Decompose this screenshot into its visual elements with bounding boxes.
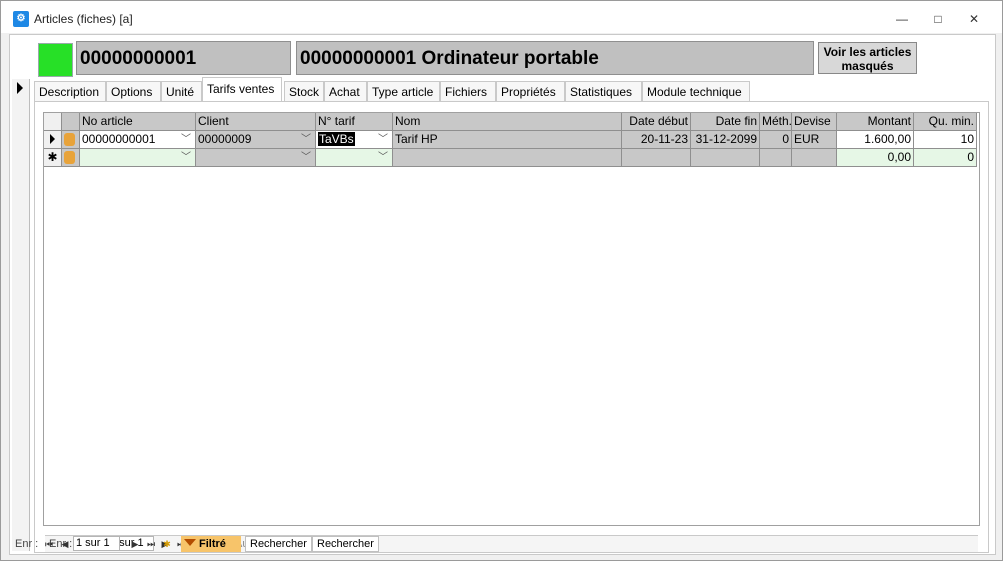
no-article-value: 00000000001 <box>82 132 156 146</box>
col-devise[interactable]: Devise <box>792 113 837 131</box>
show-masked-articles-button[interactable]: Voir les articles masqués <box>818 42 917 74</box>
devise-cell[interactable]: EUR <box>792 131 837 149</box>
new-nom-cell[interactable] <box>393 149 622 167</box>
new-montant-cell[interactable]: 0,00 <box>837 149 914 167</box>
tab-module-technique[interactable]: Module technique <box>642 81 750 101</box>
current-row-icon <box>50 134 55 144</box>
close-button[interactable]: ✕ <box>959 9 989 29</box>
sales-price-grid: No article Client N° tarif Nom Date débu… <box>43 112 980 526</box>
date-debut-cell[interactable]: 20-11-23 <box>622 131 691 149</box>
record-selector[interactable] <box>12 79 30 551</box>
col-meth[interactable]: Méth. <box>760 113 792 131</box>
article-title-field[interactable]: 00000000001 Ordinateur portable <box>296 41 814 75</box>
no-tarif-value: TaVBs <box>318 132 355 146</box>
form-window: ⚙ Articles (fiches) [a] — □ ✕ 0000000000… <box>0 0 1003 561</box>
col-no-article[interactable]: No article <box>80 113 196 131</box>
filtered-toggle-button[interactable]: Filtré <box>181 536 241 552</box>
form-body: 00000000001 00000000001 Ordinateur porta… <box>9 34 996 555</box>
tab-stock[interactable]: Stock <box>284 81 324 101</box>
new-no-tarif-combo[interactable]: ﹀ <box>316 149 393 167</box>
prev-record-icon[interactable]: ◀ <box>59 536 71 552</box>
title-bar: ⚙ Articles (fiches) [a] — □ ✕ <box>1 1 1002 33</box>
col-nom[interactable]: Nom <box>393 113 622 131</box>
first-record-icon[interactable]: ⏮ <box>43 536 55 552</box>
new-meth-cell[interactable] <box>760 149 792 167</box>
new-record-button-icon[interactable]: ✱ <box>161 536 173 552</box>
new-qu-min-cell[interactable]: 0 <box>914 149 977 167</box>
tab-options[interactable]: Options <box>106 81 161 101</box>
new-date-debut-cell[interactable] <box>622 149 691 167</box>
chevron-down-icon[interactable]: ﹀ <box>299 149 313 166</box>
last-record-icon[interactable]: ⏭ <box>145 536 157 552</box>
header-selector <box>44 113 62 131</box>
chevron-down-icon[interactable]: ﹀ <box>376 149 390 166</box>
new-client-combo[interactable]: ﹀ <box>196 149 316 167</box>
date-fin-cell[interactable]: 31-12-2099 <box>691 131 760 149</box>
tab-tarifs-ventes[interactable]: Tarifs ventes <box>202 77 282 101</box>
col-date-debut[interactable]: Date début <box>622 113 691 131</box>
client-value: 00000009 <box>198 132 252 146</box>
form-record-label: Enr : <box>15 538 39 550</box>
row-hand-cell[interactable] <box>62 131 80 149</box>
tarifs-ventes-panel: No article Client N° tarif Nom Date débu… <box>34 101 989 553</box>
client-combo[interactable]: 00000009 ﹀ <box>196 131 316 149</box>
nom-cell[interactable]: Tarif HP <box>393 131 622 149</box>
new-row-hand-cell[interactable] <box>62 149 80 167</box>
tab-fichiers[interactable]: Fichiers <box>440 81 496 101</box>
hand-icon <box>64 151 75 164</box>
col-montant[interactable]: Montant <box>837 113 914 131</box>
new-record-icon: ✱ <box>44 149 62 167</box>
tab-statistiques[interactable]: Statistiques <box>565 81 642 101</box>
article-code-field[interactable]: 00000000001 <box>76 41 291 75</box>
col-client[interactable]: Client <box>196 113 316 131</box>
current-record-icon <box>17 82 23 94</box>
tab-description[interactable]: Description <box>34 81 106 101</box>
tab-achat[interactable]: Achat <box>324 81 367 101</box>
header-icon-col <box>62 113 80 131</box>
window-title: Articles (fiches) [a] <box>34 12 133 26</box>
form-record-field[interactable]: 1 sur 1 <box>73 536 120 551</box>
montant-cell[interactable]: 1.600,00 <box>837 131 914 149</box>
minimize-button[interactable]: — <box>887 9 917 29</box>
maximize-button[interactable]: □ <box>923 9 953 29</box>
hand-icon <box>64 133 75 146</box>
funnel-icon <box>184 539 196 546</box>
new-no-article-combo[interactable]: ﹀ <box>80 149 196 167</box>
col-qu-min[interactable]: Qu. min. <box>914 113 977 131</box>
chevron-down-icon[interactable]: ﹀ <box>299 131 313 148</box>
form-search-input[interactable]: Rechercher <box>245 536 312 552</box>
meth-cell[interactable]: 0 <box>760 131 792 149</box>
qu-min-cell[interactable]: 10 <box>914 131 977 149</box>
chevron-down-icon[interactable]: ﹀ <box>179 149 193 166</box>
filtered-label: Filtré <box>199 538 226 550</box>
status-indicator <box>38 43 73 77</box>
new-devise-cell[interactable] <box>792 149 837 167</box>
tab-type-article[interactable]: Type article <box>367 81 440 101</box>
tab-proprietes[interactable]: Propriétés <box>496 81 565 101</box>
col-no-tarif[interactable]: N° tarif <box>316 113 393 131</box>
chevron-down-icon[interactable]: ﹀ <box>179 131 193 148</box>
col-date-fin[interactable]: Date fin <box>691 113 760 131</box>
row-selector[interactable] <box>44 131 62 149</box>
form-navigation-bar: Enr : ⏮ ◀ 1 sur 1 ▶ ⏭ ✱ Filtré Recherche… <box>13 536 993 552</box>
new-date-fin-cell[interactable] <box>691 149 760 167</box>
no-article-combo[interactable]: 00000000001 ﹀ <box>80 131 196 149</box>
no-tarif-combo[interactable]: TaVBs ﹀ <box>316 131 393 149</box>
app-icon: ⚙ <box>13 11 29 27</box>
chevron-down-icon[interactable]: ﹀ <box>376 131 390 148</box>
next-record-icon[interactable]: ▶ <box>129 536 141 552</box>
tab-unite[interactable]: Unité <box>161 81 202 101</box>
